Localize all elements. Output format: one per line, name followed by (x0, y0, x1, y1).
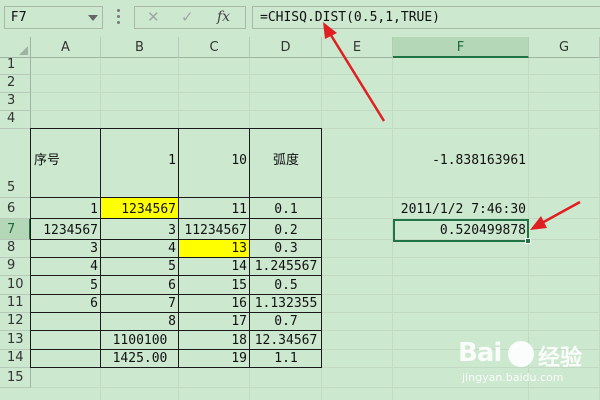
watermark-brand-cn: 经验 (538, 346, 583, 371)
annotation-arrow-formula (327, 31, 386, 122)
baidu-watermark: Bai 经验 jingyan.baidu.com (448, 338, 598, 398)
annotation-arrow-result (539, 200, 581, 226)
watermark-brand: Bai (458, 338, 502, 368)
arrowhead-icon (323, 22, 337, 39)
arrowhead-icon (530, 216, 547, 230)
watermark-url: jingyan.baidu.com (462, 371, 564, 384)
paw-icon (508, 341, 534, 367)
